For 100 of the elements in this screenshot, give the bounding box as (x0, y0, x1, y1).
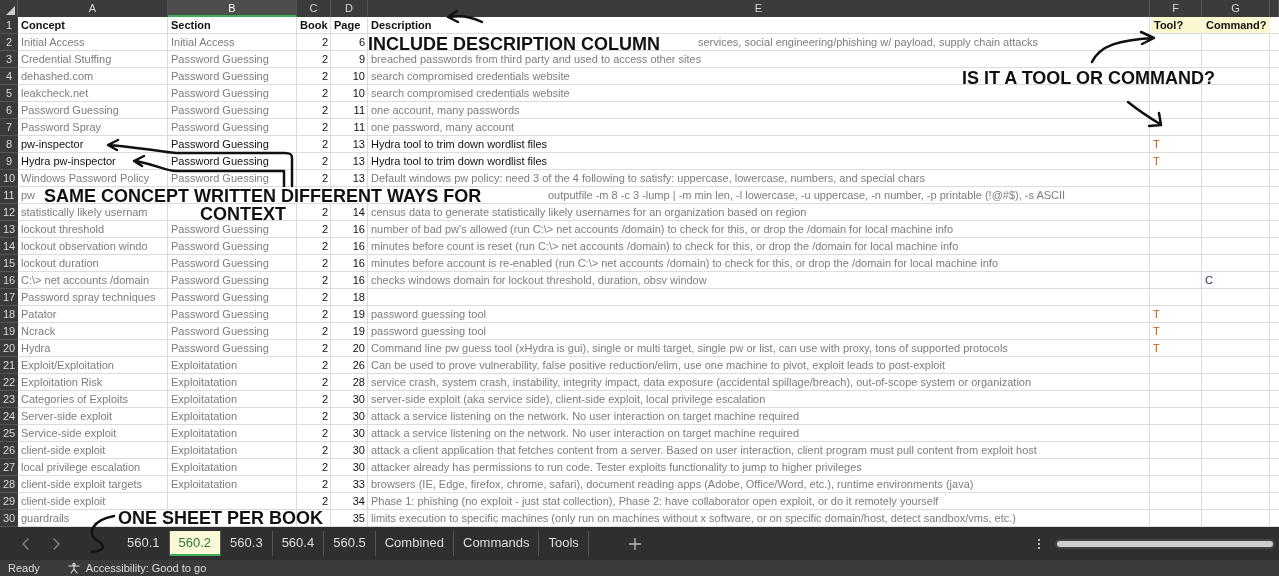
table-cell: Password Guessing (171, 308, 269, 320)
table-cell: one password, many account (371, 121, 515, 133)
column-header[interactable]: C (297, 0, 331, 17)
table-cell: pw (21, 189, 36, 201)
table-cell: Hydra (21, 342, 51, 354)
table-cell: Password Guessing (171, 138, 269, 150)
table-cell: Exploitatation (171, 461, 238, 473)
table-cell: dehashed.com (21, 70, 94, 82)
table-cell: server-side exploit (aka service side), client-side exploit, local privilege escalation (371, 393, 766, 405)
more-options-icon[interactable] (1037, 537, 1041, 550)
row-number: 10 (0, 170, 18, 187)
table-cell: Ncrack (21, 325, 56, 337)
column-header[interactable]: B (168, 0, 297, 17)
table-cell: pw-inspector (21, 138, 84, 150)
table-cell: Password Guessing (171, 121, 269, 133)
row-number: 16 (0, 272, 18, 289)
table-cell: 2 (321, 393, 328, 405)
table-cell: client-side exploit targets (21, 478, 143, 490)
sheet-tab[interactable]: 560.3 (221, 531, 273, 556)
sheet-tab[interactable]: Tools (539, 531, 589, 556)
table-cell: 20 (352, 342, 365, 354)
column-heading: Description (370, 18, 433, 33)
table-cell: attack a service listening on the network. No user interaction on target machine required (371, 410, 799, 422)
sheet-tab[interactable]: Combined (375, 531, 454, 556)
column-header[interactable]: D (331, 0, 368, 17)
table-cell: 2 (321, 274, 328, 286)
row-number: 29 (0, 493, 18, 510)
table-cell: password guessing tool (371, 308, 486, 320)
next-sheet-icon[interactable] (52, 537, 60, 550)
sheet-tab[interactable]: Commands (454, 531, 540, 556)
row-number: 22 (0, 374, 18, 391)
table-cell: Password Guessing (171, 342, 269, 354)
table-cell: Command line pw guess tool (xHydra is gui), single or multi target, single pw or list, can use with proxy, tons of supported protocols (371, 342, 1008, 354)
row-number: 19 (0, 323, 18, 340)
table-cell: Exploitatation (171, 359, 238, 371)
table-cell: 2 (321, 410, 328, 422)
row-number: 17 (0, 289, 18, 306)
table-cell: C (1205, 274, 1213, 286)
previous-sheet-icon[interactable] (22, 537, 30, 550)
table-cell: password guessing tool (371, 325, 486, 337)
table-cell: Hydra tool to trim down wordlist files (371, 138, 548, 150)
column-heading: Command? (1203, 17, 1270, 33)
sheet-tab[interactable]: 560.1 (118, 531, 170, 556)
table-cell: leakcheck.net (21, 87, 89, 99)
table-cell: 16 (352, 257, 365, 269)
row-number: 26 (0, 442, 18, 459)
row-number: 13 (0, 221, 18, 238)
sheet-tab[interactable]: 560.2 (169, 531, 222, 556)
table-cell: Password Guessing (171, 274, 269, 286)
table-cell: Hydra tool to trim down wordlist files (371, 155, 548, 167)
table-cell: 10 (352, 70, 365, 82)
table-cell: 2 (321, 53, 328, 65)
table-cell: 30 (352, 410, 365, 422)
table-cell: 2 (321, 121, 328, 133)
table-cell: 13 (352, 172, 365, 184)
table-cell: services, social engineering/phishing w/ payload, supply chain attacks (698, 36, 1038, 48)
table-cell: Categories of Exploits (21, 393, 128, 405)
accessibility-icon[interactable] (67, 562, 80, 574)
row-number: 24 (0, 408, 18, 425)
table-cell: service crash, system crash, instability, integrity impact, data exposure (accidental spillage/breach), out-of-scope system or organization (371, 376, 1032, 388)
table-cell: 30 (352, 444, 365, 456)
table-cell: lockout threshold (21, 223, 105, 235)
table-cell: 2 (321, 155, 328, 167)
table-cell: 13 (352, 155, 365, 167)
table-cell: Exploitatation (171, 444, 238, 456)
table-cell: client-side exploit (21, 444, 106, 456)
sheet-tab[interactable]: 560.5 (324, 531, 376, 556)
table-cell: 19 (352, 308, 365, 320)
table-cell: C:\> net accounts /domain (21, 274, 150, 286)
table-cell: 28 (352, 376, 365, 388)
select-all-corner[interactable] (0, 0, 18, 17)
row-number: 6 (0, 102, 18, 119)
horizontal-scrollbar[interactable] (1055, 538, 1275, 549)
sheet-tab[interactable]: 560.4 (272, 531, 325, 556)
accessibility-status[interactable]: Accessibility: Good to go (85, 562, 207, 574)
column-header[interactable]: F (1150, 0, 1202, 17)
table-cell: T (1153, 138, 1160, 150)
column-header[interactable]: A (18, 0, 168, 17)
table-cell: 2 (321, 206, 328, 218)
annotation-arrow (446, 9, 484, 24)
column-header[interactable]: E (368, 0, 1150, 17)
table-cell: 30 (352, 427, 365, 439)
table-cell: T (1153, 342, 1160, 354)
row-number: 30 (0, 510, 18, 527)
table-cell: 26 (352, 359, 365, 371)
table-cell: Password Guessing (171, 53, 269, 65)
table-cell: Initial Access (171, 36, 235, 48)
table-cell: attack a client application that fetches content from a server. Based on user interaction, client program must pull content from exploit host (371, 444, 1037, 456)
annotation-text: ONE SHEET PER BOOK (118, 510, 324, 527)
row-number: 14 (0, 238, 18, 255)
table-cell: 2 (321, 444, 328, 456)
column-header[interactable]: G (1202, 0, 1270, 17)
column-heading: Book (299, 18, 329, 33)
select-all-icon[interactable] (6, 6, 15, 15)
table-cell: outputfile -m 8 -c 3 -lump | -m min len, -l lowercase, -u uppercase, -n number, -p printable (!@#$), -s ASCII (548, 189, 1066, 201)
add-sheet-icon[interactable] (628, 537, 641, 550)
table-cell: number of bad pw's allowed (run C:\> net accounts /domain) to check for this, or drop the /domain for local machine info (371, 223, 954, 235)
table-cell: 2 (321, 172, 328, 184)
table-cell: 2 (321, 376, 328, 388)
table-cell: Password Guessing (171, 240, 269, 252)
